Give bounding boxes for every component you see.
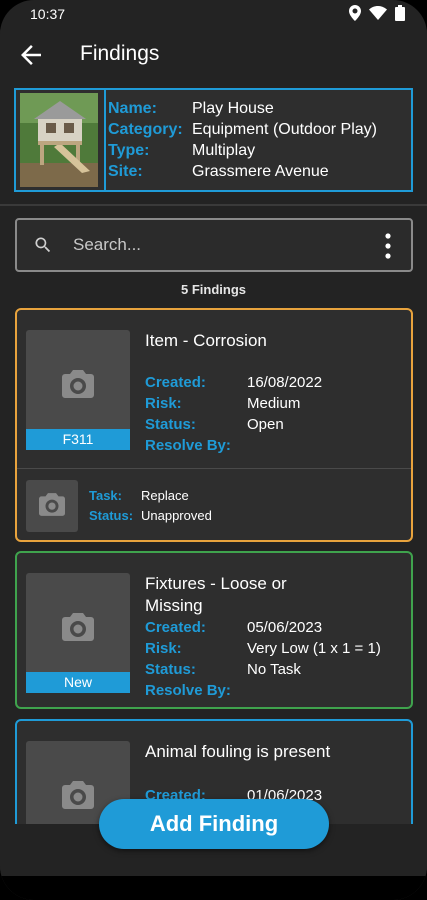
asset-label: Site: [108, 163, 143, 180]
app-bar: Findings [0, 28, 427, 82]
location-icon [349, 5, 361, 21]
more-vert-icon[interactable] [383, 232, 393, 260]
task-row: Task: Replace [89, 488, 289, 508]
finding-label: Risk: [145, 640, 182, 657]
search-input[interactable]: Search... [73, 235, 141, 255]
task-label: Status: [89, 508, 134, 523]
asset-value: Grassmere Avenue [192, 163, 329, 180]
status-time: 10:37 [30, 6, 66, 22]
finding-title: Fixtures - Loose or Missing [145, 574, 287, 615]
camera-icon [62, 613, 94, 641]
asset-label: Category: [108, 121, 183, 138]
finding-row: Status: Open [145, 416, 405, 437]
asset-value: Multiplay [192, 142, 256, 159]
asset-value: Equipment (Outdoor Play) [192, 121, 377, 138]
asset-row-site: Site: Grassmere Avenue [108, 163, 408, 184]
finding-label: Status: [145, 416, 196, 433]
status-bar: 10:37 [0, 0, 427, 28]
finding-photo[interactable]: New [26, 573, 130, 693]
finding-label: Resolve By: [145, 437, 231, 454]
finding-photo[interactable]: F311 [26, 330, 130, 450]
asset-row-name: Name: Play House [108, 100, 408, 121]
task-row: Status: Unapproved [89, 508, 289, 528]
finding-row: Created: 05/06/2023 [145, 619, 405, 640]
asset-photo [20, 93, 98, 187]
add-finding-button[interactable]: Add Finding [99, 799, 329, 849]
status-icons [349, 5, 405, 21]
section-divider [0, 204, 427, 206]
finding-label: Created: [145, 619, 206, 636]
finding-details: Created: 16/08/2022 Risk: Medium Status: Op… [145, 374, 405, 458]
finding-card[interactable]: F311 Item - Corrosion Created: 16/08/2022… [15, 308, 413, 542]
finding-card[interactable]: New Fixtures - Loose or Missing Created:… [15, 551, 413, 709]
finding-value: No Task [247, 661, 301, 678]
phone-screen: 10:37 Findings Name: Play House Category… [0, 0, 427, 900]
task-label: Task: [89, 488, 122, 503]
finding-row: Resolve By: [145, 437, 405, 458]
finding-row: Status: No Task [145, 661, 405, 682]
search-icon [35, 237, 51, 253]
asset-divider [104, 90, 106, 190]
task-value: Replace [141, 488, 189, 503]
finding-label: Risk: [145, 395, 182, 412]
wifi-icon [369, 6, 387, 20]
asset-summary-card[interactable]: Name: Play House Category: Equipment (Ou… [14, 88, 413, 192]
camera-icon [62, 370, 94, 398]
back-arrow-icon[interactable] [16, 40, 46, 70]
finding-tag: New [26, 672, 130, 693]
finding-row: Risk: Very Low (1 x 1 = 1) [145, 640, 405, 661]
finding-details: Created: 05/06/2023 Risk: Very Low (1 x 1 … [145, 619, 405, 703]
page-title: Findings [80, 42, 160, 65]
finding-label: Resolve By: [145, 682, 231, 699]
finding-value: Open [247, 416, 284, 433]
finding-value: 05/06/2023 [247, 619, 323, 636]
finding-row: Risk: Medium [145, 395, 405, 416]
camera-icon [62, 781, 94, 809]
asset-row-category: Category: Equipment (Outdoor Play) [108, 121, 408, 142]
camera-icon [39, 493, 65, 516]
finding-title: Animal fouling is present [145, 742, 331, 761]
asset-value: Play House [192, 100, 274, 117]
asset-details: Name: Play House Category: Equipment (Ou… [108, 100, 408, 184]
finding-label: Status: [145, 661, 196, 678]
finding-tag: F311 [26, 429, 130, 450]
finding-row: Created: 16/08/2022 [145, 374, 405, 395]
asset-label: Name: [108, 100, 157, 117]
findings-count: 5 Findings [181, 282, 246, 297]
finding-value: Very Low (1 x 1 = 1) [247, 640, 381, 657]
task-value: Unapproved [141, 508, 212, 523]
finding-row: Resolve By: [145, 682, 405, 703]
task-photo[interactable] [26, 480, 78, 532]
search-bar[interactable]: Search... [15, 218, 413, 272]
task-divider [17, 468, 411, 469]
task-details[interactable]: Task: Replace Status: Unapproved [89, 488, 289, 528]
system-nav-bar [0, 876, 427, 900]
finding-value: 16/08/2022 [247, 374, 323, 391]
battery-icon [395, 5, 405, 21]
finding-value: Medium [247, 395, 301, 412]
finding-label: Created: [145, 374, 206, 391]
asset-label: Type: [108, 142, 150, 159]
finding-title: Item - Corrosion [145, 331, 267, 350]
asset-row-type: Type: Multiplay [108, 142, 408, 163]
